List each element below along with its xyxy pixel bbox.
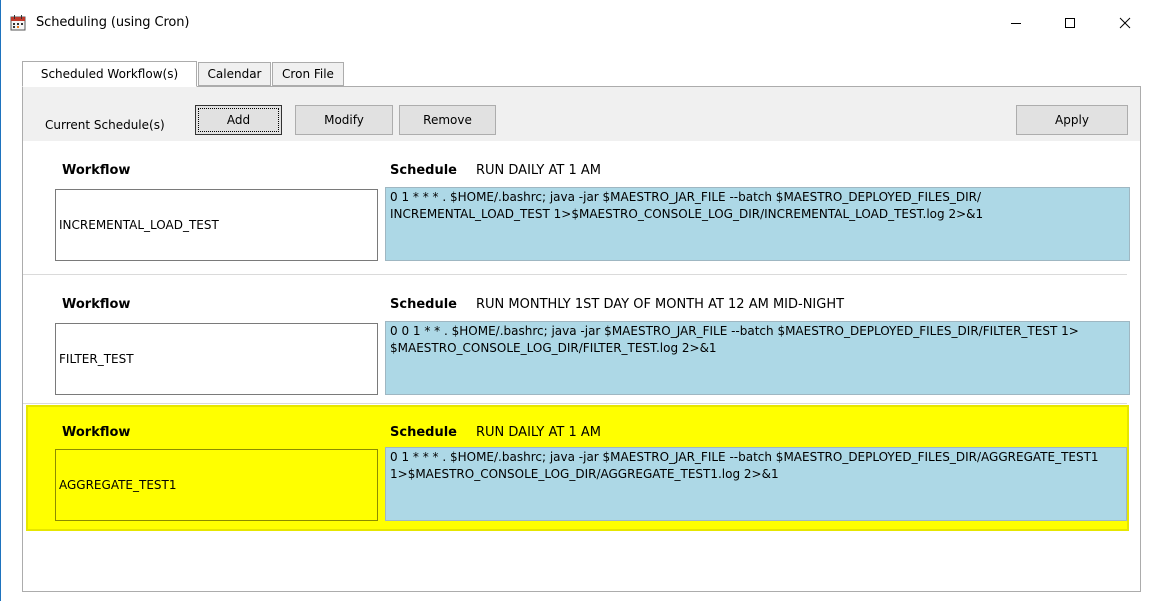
row-divider [23,403,1127,404]
tab-cron-file[interactable]: Cron File [272,62,344,86]
tab-scheduled-workflows[interactable]: Scheduled Workflow(s) [22,61,197,87]
tab-panel: Current Schedule(s) Add Modify Remove Ap… [22,86,1141,592]
schedule-row-selected[interactable]: Workflow Schedule RUN DAILY AT 1 AM AGGR… [26,405,1129,531]
minimize-icon[interactable] [994,8,1038,38]
tab-calendar[interactable]: Calendar [198,62,271,86]
schedule-description: RUN MONTHLY 1ST DAY OF MONTH AT 12 AM MI… [476,297,845,312]
schedule-label: Schedule [390,425,457,440]
schedule-row[interactable]: Workflow Schedule RUN DAILY AT 1 AM INCR… [23,141,1130,274]
schedule-row[interactable]: Workflow Schedule RUN MONTHLY 1ST DAY OF… [23,275,1130,408]
workflow-name-field[interactable]: AGGREGATE_TEST1 [55,449,378,521]
schedule-description: RUN DAILY AT 1 AM [476,425,601,440]
toolbar: Current Schedule(s) Add Modify Remove Ap… [23,87,1140,141]
remove-button[interactable]: Remove [399,105,496,135]
add-button[interactable]: Add [195,105,282,135]
title-bar[interactable]: Scheduling (using Cron) [1,0,1150,46]
schedule-list[interactable]: Workflow Schedule RUN DAILY AT 1 AM INCR… [23,141,1140,591]
schedule-label: Schedule [390,163,457,178]
maximize-icon[interactable] [1048,8,1092,38]
schedule-label: Schedule [390,297,457,312]
workflow-label: Workflow [62,297,131,312]
modify-button[interactable]: Modify [295,105,393,135]
workflow-label: Workflow [62,425,131,440]
workflow-name-field[interactable]: FILTER_TEST [55,323,378,395]
close-icon[interactable] [1103,8,1147,38]
schedule-description: RUN DAILY AT 1 AM [476,163,601,178]
cron-command-field[interactable]: 0 0 1 * * . $HOME/.bashrc; java -jar $MA… [385,321,1130,395]
window-title: Scheduling (using Cron) [36,15,190,30]
workflow-name-field[interactable]: INCREMENTAL_LOAD_TEST [55,189,378,261]
apply-button[interactable]: Apply [1016,105,1128,135]
cron-command-field[interactable]: 0 1 * * * . $HOME/.bashrc; java -jar $MA… [385,187,1130,261]
current-schedules-label: Current Schedule(s) [45,118,165,132]
workflow-label: Workflow [62,163,131,178]
cron-command-field[interactable]: 0 1 * * * . $HOME/.bashrc; java -jar $MA… [385,447,1127,521]
scheduling-window: Scheduling (using Cron) Scheduled Workfl… [0,0,1150,601]
calendar-icon [10,15,26,31]
